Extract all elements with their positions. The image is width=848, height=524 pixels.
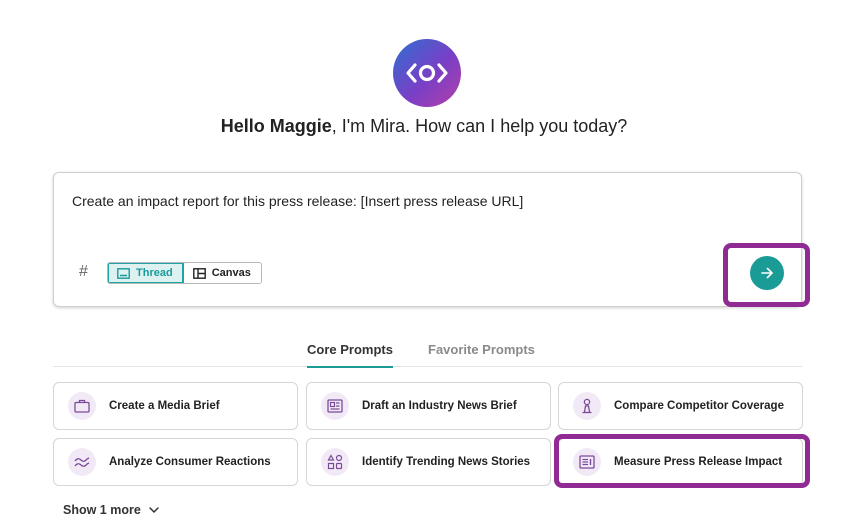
greeting-text: , I'm Mira. How can I help you today? xyxy=(331,116,628,136)
prompt-composer[interactable]: Create an impact report for this press r… xyxy=(53,172,802,307)
prompt-card-consumer-reactions[interactable]: Analyze Consumer Reactions xyxy=(53,438,298,486)
prompt-card-label: Measure Press Release Impact xyxy=(614,456,783,468)
chess-pawn-icon xyxy=(573,392,601,420)
show-more-button[interactable]: Show 1 more xyxy=(63,503,159,517)
thread-mode-button[interactable]: Thread xyxy=(108,263,184,283)
prompt-card-label: Identify Trending News Stories xyxy=(362,456,531,468)
canvas-icon xyxy=(192,267,206,279)
greeting: Hello Maggie, I'm Mira. How can I help y… xyxy=(0,116,848,137)
show-more-label: Show 1 more xyxy=(63,503,141,517)
prompt-card-label: Draft an Industry News Brief xyxy=(362,400,517,412)
hashtag-button[interactable]: # xyxy=(79,263,88,281)
prompt-card-industry-news-brief[interactable]: Draft an Industry News Brief xyxy=(306,382,551,430)
prompt-card-label: Compare Competitor Coverage xyxy=(614,400,784,412)
mode-toggle: Thread Canvas xyxy=(107,262,262,284)
tab-core-prompts[interactable]: Core Prompts xyxy=(307,342,393,368)
greeting-name: Hello Maggie xyxy=(220,116,332,136)
prompt-card-trending-news[interactable]: Identify Trending News Stories xyxy=(306,438,551,486)
thread-icon xyxy=(117,267,130,279)
briefcase-icon xyxy=(68,392,96,420)
thread-mode-label: Thread xyxy=(136,267,173,279)
prompt-card-label: Create a Media Brief xyxy=(109,400,220,412)
mira-eye-icon xyxy=(406,63,448,83)
prompt-card-label: Analyze Consumer Reactions xyxy=(109,456,271,468)
mira-logo xyxy=(393,39,461,107)
prompt-card-press-release-impact[interactable]: Measure Press Release Impact xyxy=(558,438,803,486)
prompt-input[interactable]: Create an impact report for this press r… xyxy=(72,193,523,209)
report-icon xyxy=(573,448,601,476)
prompt-card-media-brief[interactable]: Create a Media Brief xyxy=(53,382,298,430)
shapes-icon xyxy=(321,448,349,476)
send-button[interactable] xyxy=(750,256,784,290)
chevron-down-icon xyxy=(149,506,159,513)
tab-favorite-prompts[interactable]: Favorite Prompts xyxy=(428,342,535,366)
canvas-mode-label: Canvas xyxy=(211,267,251,279)
prompt-card-competitor-coverage[interactable]: Compare Competitor Coverage xyxy=(558,382,803,430)
wave-lines-icon xyxy=(68,448,96,476)
newspaper-icon xyxy=(321,392,349,420)
arrow-right-icon xyxy=(761,267,773,279)
canvas-mode-button[interactable]: Canvas xyxy=(183,263,261,283)
prompt-tabs: Core Prompts Favorite Prompts xyxy=(53,336,802,368)
